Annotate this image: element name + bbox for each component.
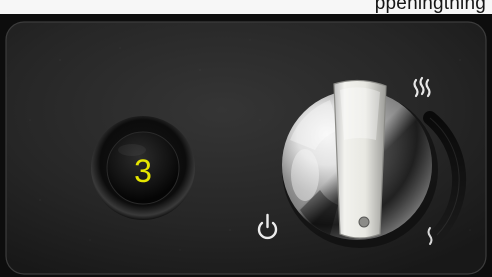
knob-indicator-dot xyxy=(358,216,370,228)
heat-level-button[interactable]: 3 xyxy=(91,116,195,220)
top-strip: ppeningthing xyxy=(0,0,492,14)
appliance-control-panel: 3 xyxy=(0,14,492,277)
knob-grip[interactable] xyxy=(333,79,387,239)
heat-level-digit: 3 xyxy=(134,153,152,189)
top-caption-text: ppeningthing xyxy=(374,0,486,14)
